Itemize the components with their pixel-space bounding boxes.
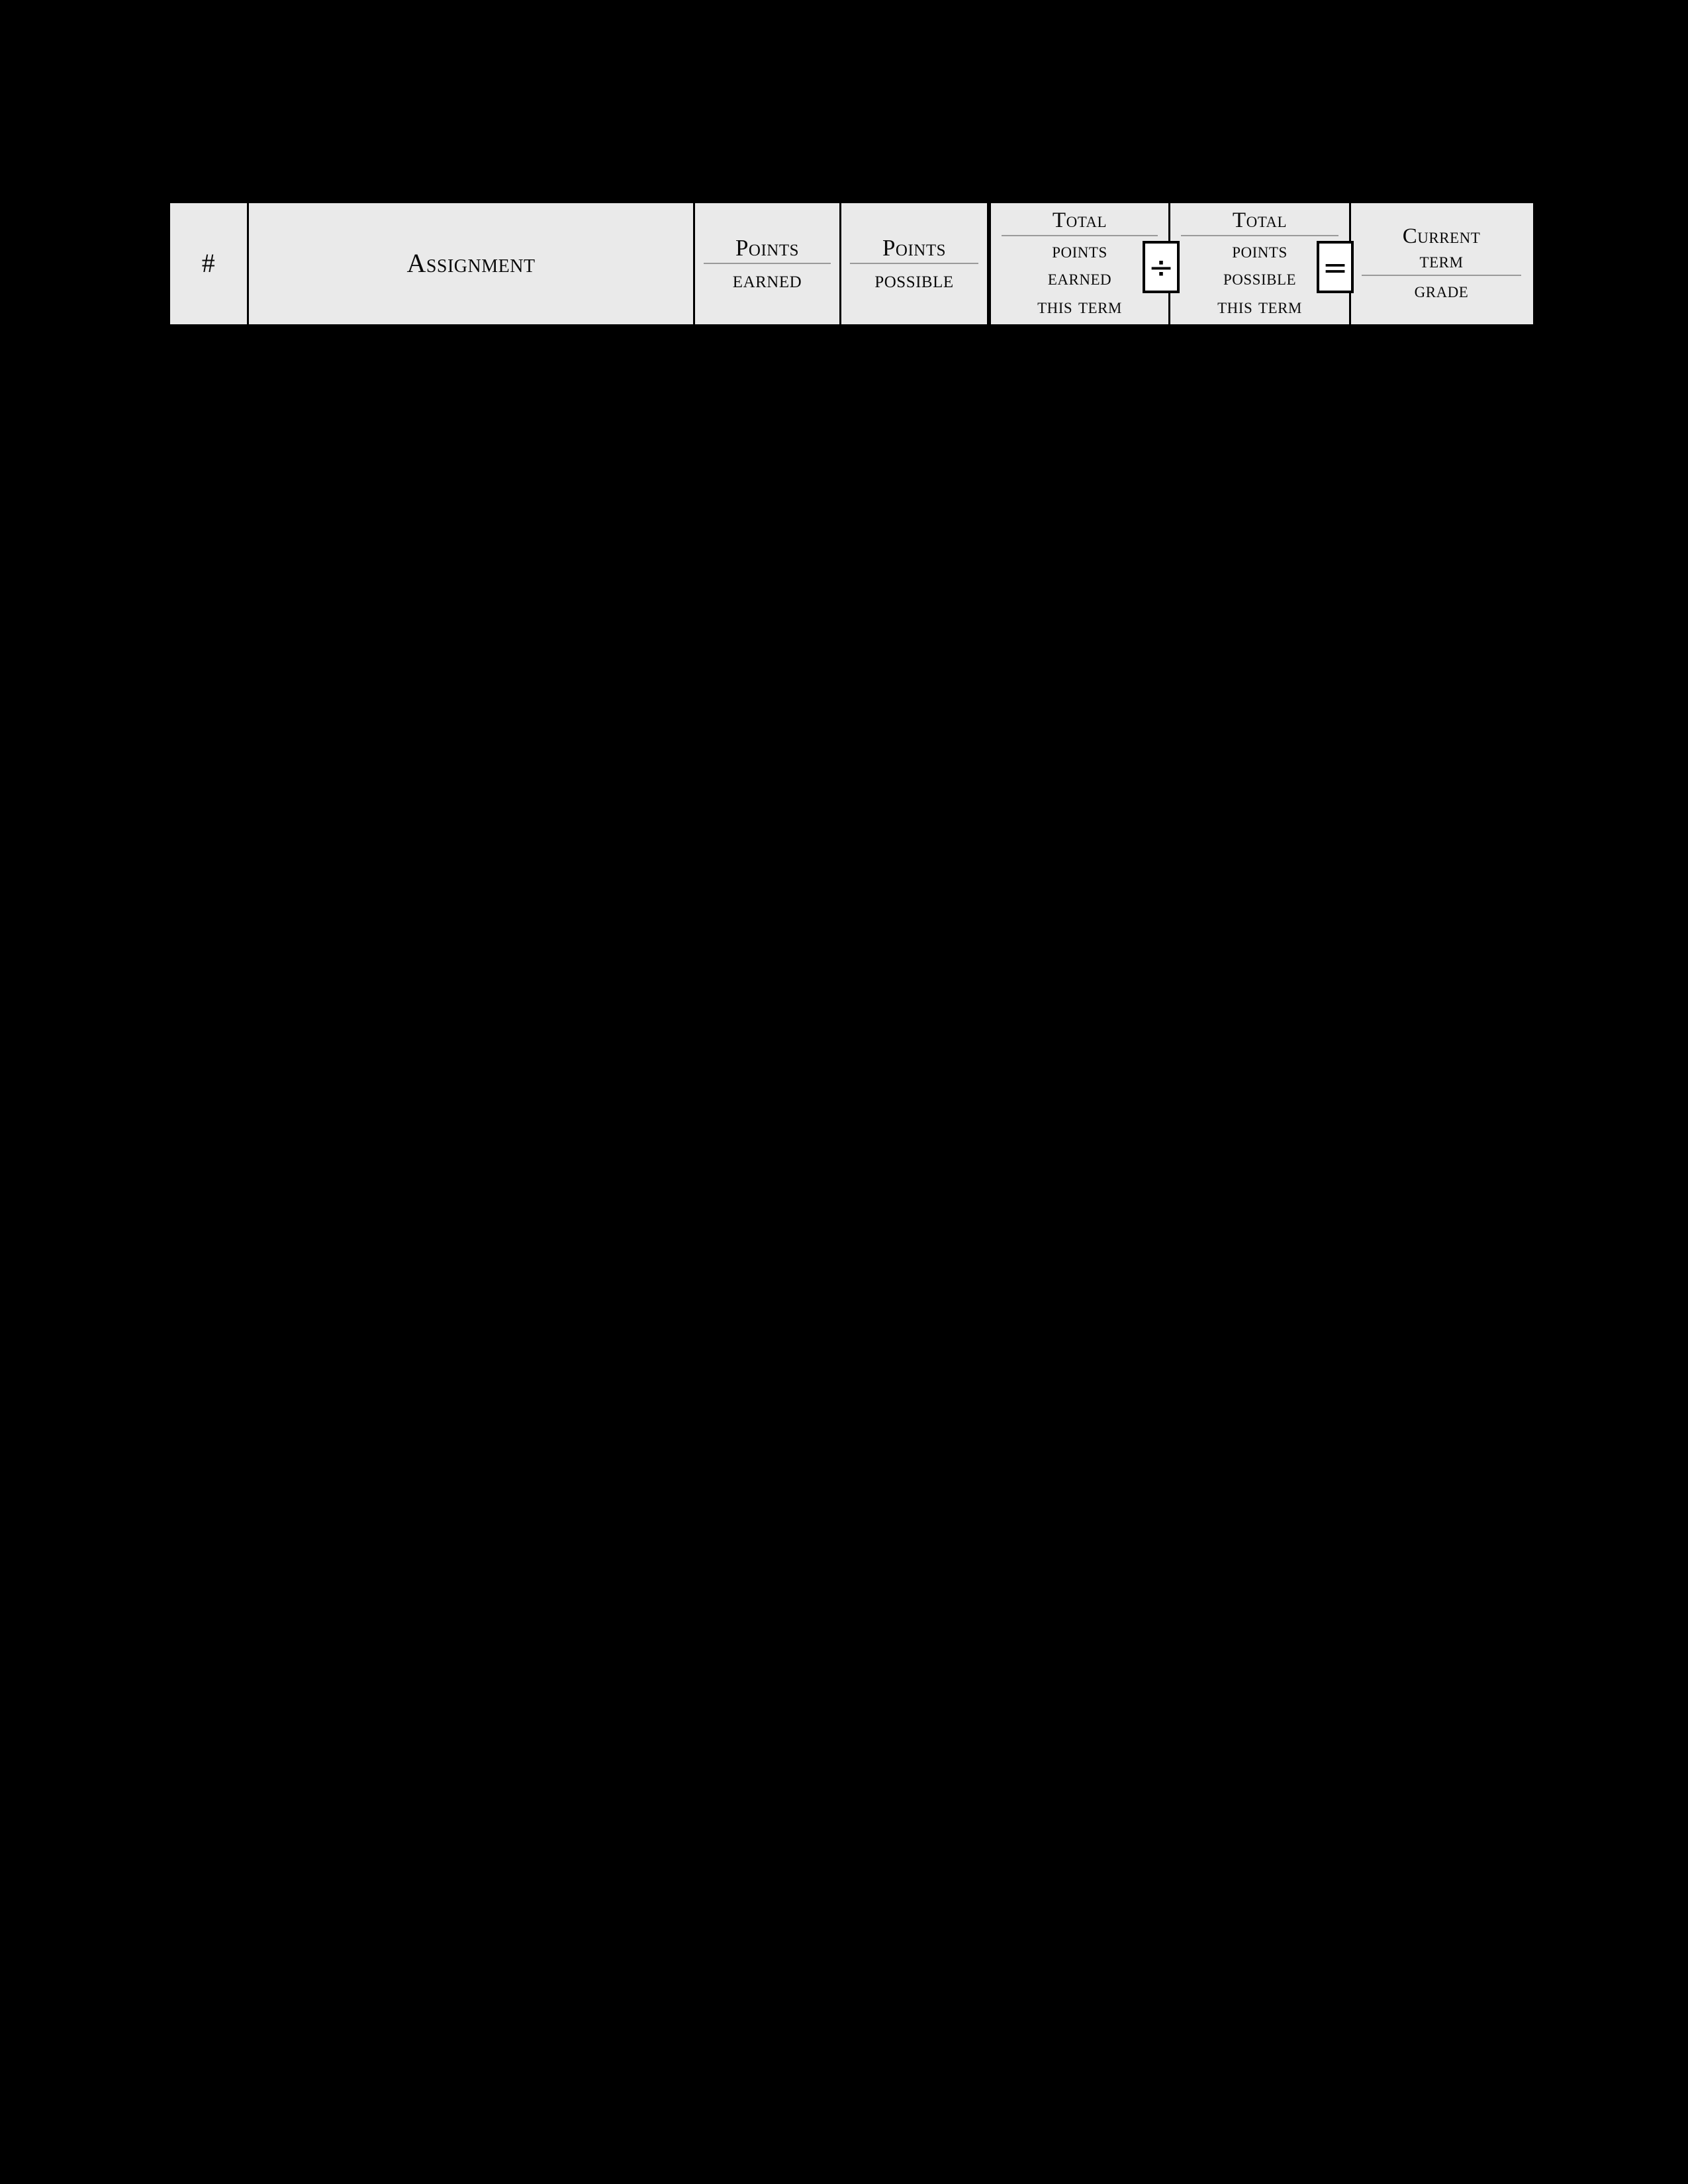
current-term-grade-line-3: grade — [1414, 279, 1469, 303]
column-header-number-label: # — [201, 248, 216, 279]
total-points-earned-line-3: earned — [1047, 266, 1112, 290]
total-points-possible-stack: Total points possible this term — [1181, 208, 1338, 319]
equals-operator-icon: = — [1317, 241, 1354, 293]
total-points-earned-line-2: points — [1052, 239, 1107, 263]
points-earned-line-2: earned — [732, 267, 802, 293]
column-header-assignment-label: Assignment — [406, 248, 536, 279]
points-possible-line-1: Points — [850, 235, 978, 264]
division-operator-icon: ÷ — [1143, 241, 1180, 293]
column-header-assignment: Assignment — [247, 203, 693, 324]
total-points-possible-line-1: Total — [1181, 208, 1338, 237]
total-points-earned-stack: Total points earned this term — [1002, 208, 1158, 319]
column-header-points-earned: Points earned — [693, 203, 839, 324]
points-earned-line-1: Points — [704, 235, 831, 264]
total-points-possible-line-3: possible — [1223, 266, 1297, 290]
column-header-total-points-earned-this-term: Total points earned this term — [987, 203, 1168, 324]
total-points-possible-line-2: points — [1232, 239, 1288, 263]
points-earned-stack: Points earned — [704, 235, 831, 293]
current-term-grade-line-2: term — [1362, 249, 1521, 277]
column-header-current-term-grade: Current term grade — [1349, 203, 1532, 324]
column-header-number: # — [170, 203, 247, 324]
total-points-earned-line-1: Total — [1002, 208, 1158, 237]
current-term-grade-stack: Current term grade — [1362, 224, 1521, 304]
current-term-grade-line-1: Current — [1402, 224, 1481, 248]
column-header-points-possible: Points possible — [839, 203, 987, 324]
total-points-earned-line-4: this term — [1037, 294, 1122, 318]
points-possible-stack: Points possible — [850, 235, 978, 293]
points-possible-line-2: possible — [874, 267, 954, 293]
total-points-possible-line-4: this term — [1217, 294, 1302, 318]
gradebook-header-table: # Assignment Points earned Points possib… — [169, 202, 1534, 326]
